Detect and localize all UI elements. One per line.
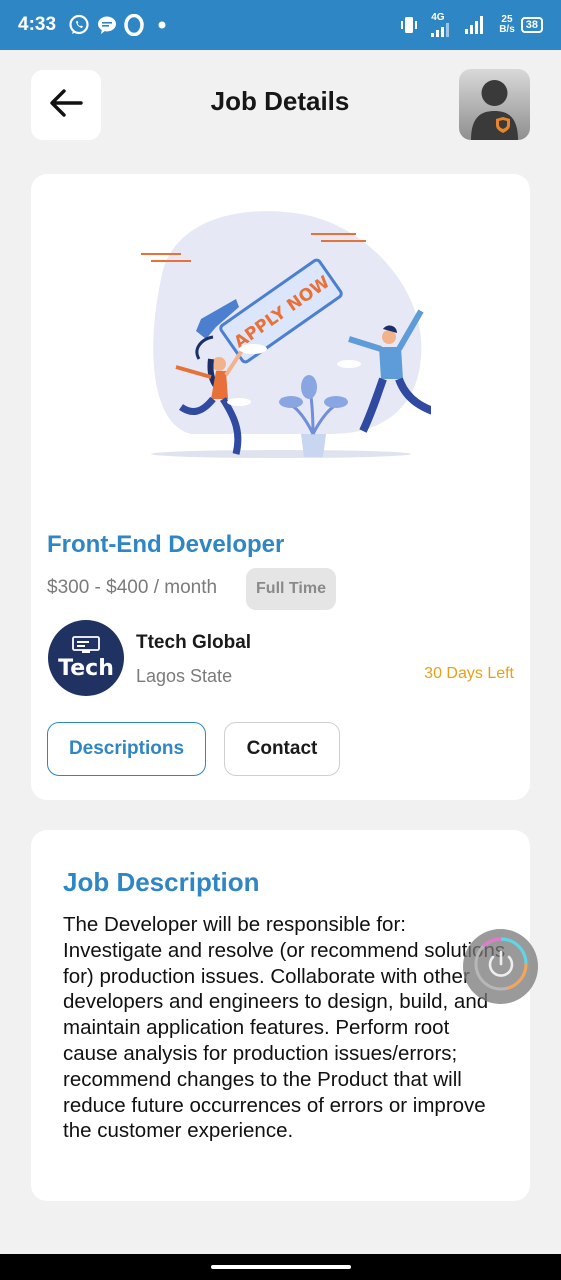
dot-icon — [158, 21, 166, 29]
job-summary-card: APPLY NOW Front-End Developer $300 - $40… — [31, 174, 530, 800]
description-heading: Job Description — [63, 867, 260, 897]
battery-indicator: 38 — [520, 17, 543, 33]
job-type-badge: Full Time — [246, 568, 336, 610]
days-left: 30 Days Left — [424, 665, 514, 682]
status-time: 4:33 — [18, 14, 57, 35]
page-title: Job Details — [210, 86, 350, 116]
whatsapp-icon — [68, 14, 90, 36]
power-icon — [473, 936, 529, 997]
job-illustration: APPLY NOW — [131, 199, 453, 469]
arrow-left-icon — [49, 88, 83, 122]
back-button[interactable] — [31, 70, 101, 140]
status-bar: 4:33 4G 25 B/s 38 — [0, 0, 561, 50]
network-type: 4G — [431, 12, 445, 23]
signal-icon: 4G — [431, 13, 453, 37]
monitor-icon — [72, 635, 100, 653]
job-title: Front-End Developer — [47, 531, 285, 558]
home-gesture-handle[interactable] — [210, 1265, 351, 1269]
vibrate-icon — [399, 16, 419, 34]
signal-icon — [465, 16, 487, 34]
chat-bubble-icon — [96, 15, 118, 35]
opera-icon — [124, 14, 144, 36]
company-name: Ttech Global — [136, 632, 252, 653]
floating-power-button[interactable] — [463, 929, 538, 1004]
avatar[interactable] — [459, 69, 530, 140]
description-body: The Developer will be responsible for: I… — [63, 913, 506, 1143]
company-logo-text: Tech — [58, 655, 114, 681]
user-avatar-icon — [459, 80, 530, 140]
tab-contact[interactable]: Contact — [224, 722, 340, 776]
data-speed: 25 B/s — [499, 14, 515, 35]
job-description-card: Job Description The Developer will be re… — [31, 830, 530, 1201]
company-logo: Tech — [48, 620, 124, 696]
company-location: Lagos State — [136, 666, 233, 686]
system-navigation-bar — [0, 1254, 561, 1280]
salary: $300 - $400 / month — [47, 577, 218, 598]
tab-descriptions[interactable]: Descriptions — [47, 722, 206, 776]
